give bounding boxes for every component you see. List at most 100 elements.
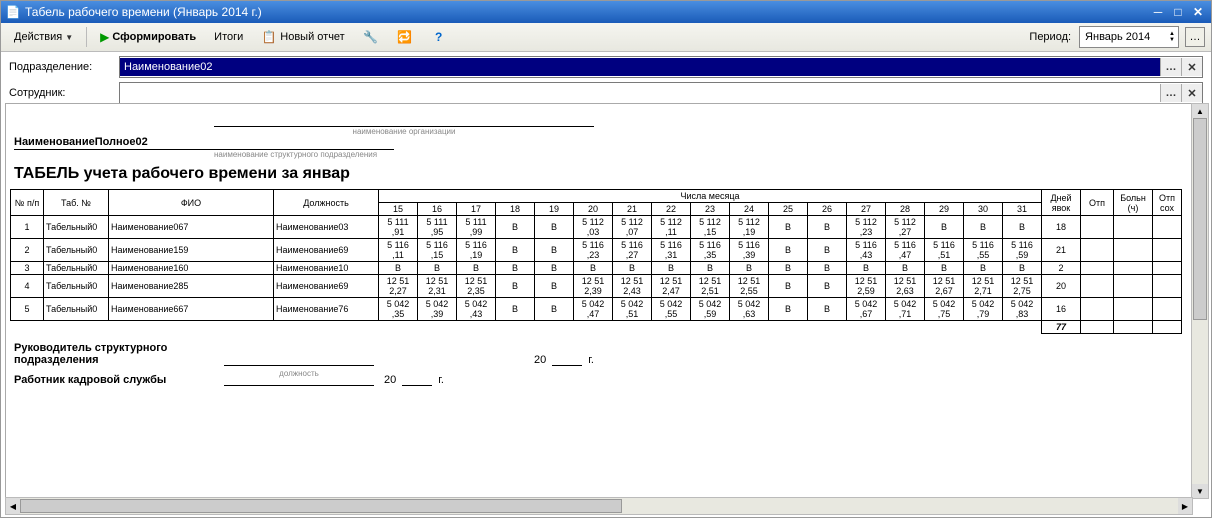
period-input[interactable] [1083,30,1167,44]
cell-otg [1153,275,1182,298]
scroll-right-arrow[interactable]: ▶ [1178,498,1192,514]
cell-attend: 21 [1042,239,1081,262]
day-cell: 5 112 ,27 [886,216,925,239]
emp-clear-button[interactable]: ✕ [1181,84,1202,102]
dept-select-button[interactable]: … [1160,58,1181,76]
day-cell: В [808,216,847,239]
day-cell: 5 042 ,55 [652,298,691,321]
col-fio: ФИО [109,190,274,216]
day-cell: 5 042 ,83 [1003,298,1042,321]
day-header: 20 [574,203,613,216]
day-cell: 5 116 ,27 [613,239,652,262]
day-cell: В [1003,262,1042,275]
day-cell: 5 112 ,07 [613,216,652,239]
cell-otg [1153,262,1182,275]
cell-attend: 16 [1042,298,1081,321]
day-cell: 12 51 2,39 [574,275,613,298]
cell-pos: Наименование69 [274,275,379,298]
day-cell: В [730,262,769,275]
day-cell: В [964,262,1003,275]
actions-menu[interactable]: Действия▼ [7,28,80,46]
cell-fio: Наименование160 [109,262,274,275]
day-cell: В [808,275,847,298]
cell-pos: Наименование03 [274,216,379,239]
day-cell: 12 51 2,67 [925,275,964,298]
emp-field[interactable] [120,84,1160,102]
day-cell: В [535,239,574,262]
v-scroll-thumb[interactable] [1193,118,1207,320]
day-cell: В [1003,216,1042,239]
org-line [214,112,594,127]
day-cell: 12 51 2,71 [964,275,1003,298]
cell-otg [1153,216,1182,239]
col-otg: Отп сох [1153,190,1182,216]
cell-sick [1114,262,1153,275]
sign-hr-label: Работник кадровой службы [14,374,214,386]
help-icon: ? [431,29,447,45]
dept-label: Подразделение: [9,61,119,73]
horizontal-scrollbar[interactable]: ◀ ▶ [5,497,1193,515]
emp-field-wrap: … ✕ [119,82,1203,104]
day-cell: В [496,275,535,298]
scroll-down-arrow[interactable]: ▼ [1192,484,1208,498]
cell-attend: 18 [1042,216,1081,239]
day-cell: В [496,298,535,321]
day-header: 21 [613,203,652,216]
emp-select-button[interactable]: … [1160,84,1181,102]
day-cell: 5 042 ,67 [847,298,886,321]
day-cell: В [535,298,574,321]
day-cell: 5 116 ,59 [1003,239,1042,262]
day-cell: В [691,262,730,275]
day-cell: 5 112 ,15 [691,216,730,239]
app-icon: 📄 [5,4,21,20]
day-cell: В [535,216,574,239]
day-cell: 5 112 ,03 [574,216,613,239]
dept-clear-button[interactable]: ✕ [1181,58,1202,76]
cell-sick [1114,298,1153,321]
day-cell: 12 51 2,63 [886,275,925,298]
day-cell: В [847,262,886,275]
h-scroll-thumb[interactable] [20,499,622,513]
col-attend: Дней явок [1042,190,1081,216]
day-cell: В [886,262,925,275]
day-cell: 5 112 ,19 [730,216,769,239]
scroll-up-arrow[interactable]: ▲ [1192,104,1208,118]
toolbar-icon-2[interactable]: 🔁 [390,26,420,48]
cell-sick [1114,275,1153,298]
vertical-scrollbar[interactable]: ▲ ▼ [1191,103,1209,499]
dept-field-wrap: Наименование02 … ✕ [119,56,1203,78]
sign-head-caption: должность [224,369,374,378]
toolbar-icon-1[interactable]: 🔧 [356,26,386,48]
refresh-icon: 🔁 [397,29,413,45]
day-cell: В [769,262,808,275]
sign-hr-line [224,385,374,386]
dept-caption: наименование структурного подразделения [14,150,594,159]
maximize-button[interactable]: □ [1169,4,1187,20]
minimize-button[interactable]: ─ [1149,4,1167,20]
day-cell: 5 111 ,95 [418,216,457,239]
day-header: 26 [808,203,847,216]
cell-tab: Табельный0 [44,239,109,262]
col-days-group: Числа месяца [379,190,1042,203]
day-cell: 12 51 2,47 [652,275,691,298]
table-row: 1Табельный0Наименование067Наименование03… [11,216,1182,239]
period-spinner[interactable]: ▲▼ [1169,31,1175,43]
form-button[interactable]: ▶Сформировать [93,27,203,47]
emp-label: Сотрудник: [9,87,119,99]
cell-attend: 2 [1042,262,1081,275]
cell-fio: Наименование067 [109,216,274,239]
scroll-left-arrow[interactable]: ◀ [6,498,20,514]
total-attend: 77 [1042,321,1081,334]
totals-button[interactable]: Итоги [207,28,250,46]
help-button[interactable]: ? [424,26,454,48]
dept-field[interactable]: Наименование02 [120,58,1160,76]
new-report-button[interactable]: 📋Новый отчет [254,26,351,48]
period-picker-button[interactable]: … [1185,27,1205,47]
cell-pos: Наименование69 [274,239,379,262]
day-cell: 5 111 ,99 [457,216,496,239]
cell-tab: Табельный0 [44,262,109,275]
cell-otp [1081,216,1114,239]
toolbar: Действия▼ ▶Сформировать Итоги 📋Новый отч… [1,23,1211,52]
close-button[interactable]: ✕ [1189,4,1207,20]
day-header: 15 [379,203,418,216]
